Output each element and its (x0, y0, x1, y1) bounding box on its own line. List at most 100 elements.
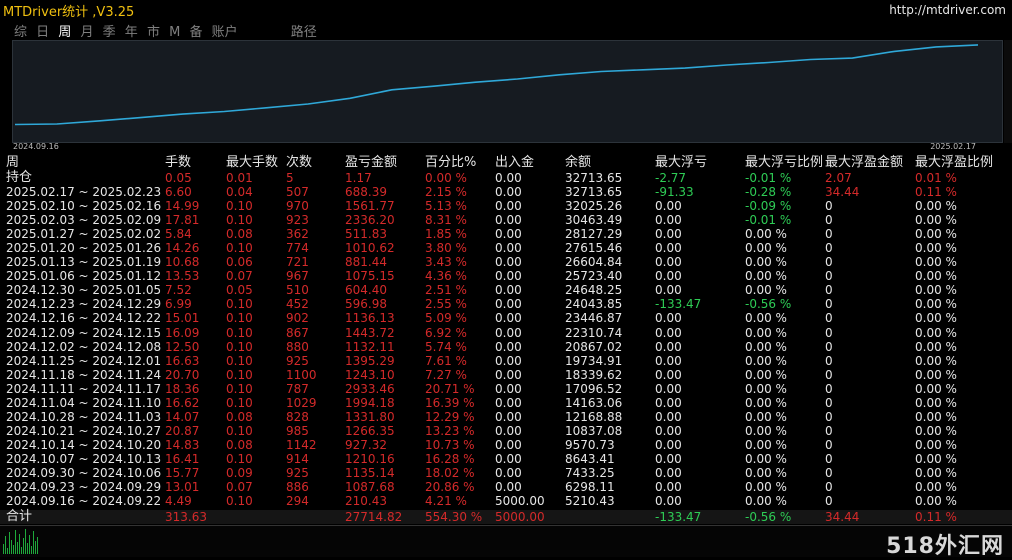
cell-max-lots: 0.10 (226, 339, 253, 354)
table-row[interactable]: 2024.10.28 ~ 2024.11.03 14.07 0.08 828 1331.… (0, 410, 1012, 424)
cell-lots: 20.87 (165, 423, 200, 438)
cell-lots: 15.77 (165, 465, 200, 480)
cell-balance: 23446.87 (565, 311, 623, 326)
tab-notes[interactable]: 备 (189, 25, 202, 40)
cell-max-float-loss: 0.00 (655, 381, 682, 396)
cell-period: 2025.01.20 ~ 2025.01.26 (6, 241, 162, 256)
cell-pct: 3.43 % (425, 255, 467, 270)
cell-max-float-loss: 0.00 (655, 494, 682, 509)
mini-chart-bar (3, 544, 4, 554)
table-row[interactable]: 2025.01.13 ~ 2025.01.19 10.68 0.06 721 881.4… (0, 255, 1012, 269)
tab-m[interactable]: M (169, 25, 180, 40)
cell-pl: 881.44 (345, 255, 387, 270)
cell-max-float-profit: 0 (825, 199, 833, 214)
tab-day[interactable]: 日 (36, 25, 49, 40)
cell-pl: 1994.18 (345, 395, 395, 410)
table-row[interactable]: 2025.01.20 ~ 2025.01.26 14.26 0.10 774 1010.… (0, 241, 1012, 255)
table-row[interactable]: 2024.12.16 ~ 2024.12.22 15.01 0.10 902 1136.… (0, 311, 1012, 325)
table-row[interactable]: 2025.02.03 ~ 2025.02.09 17.81 0.10 923 2336.… (0, 213, 1012, 227)
table-row[interactable]: 2024.11.18 ~ 2024.11.24 20.70 0.10 1100 1243… (0, 368, 1012, 382)
table-row[interactable]: 2024.09.16 ~ 2024.09.22 4.49 0.10 294 210.43… (0, 494, 1012, 508)
cell-count: 774 (286, 241, 309, 256)
table-row[interactable]: 2024.10.21 ~ 2024.10.27 20.87 0.10 985 1266.… (0, 424, 1012, 438)
cell-pct: 18.02 % (425, 465, 475, 480)
cell-max-float-profit-pct: 0.00 % (915, 423, 957, 438)
cell-count: 880 (286, 339, 309, 354)
website-link[interactable]: http://mtdriver.com (889, 3, 1006, 17)
cell-max-float-profit: 0 (825, 480, 833, 495)
cell-count: 923 (286, 213, 309, 228)
cell-max-float-loss-pct: -0.56 % (745, 297, 792, 312)
cell-lots: 16.62 (165, 395, 200, 410)
table-row[interactable]: 2024.10.07 ~ 2024.10.13 16.41 0.10 914 1210.… (0, 452, 1012, 466)
tab-account[interactable]: 账户 (212, 25, 238, 40)
table-row[interactable]: 2024.12.23 ~ 2024.12.29 6.99 0.10 452 596.98… (0, 297, 1012, 311)
table-row[interactable]: 2024.09.30 ~ 2024.10.06 15.77 0.09 925 1135.… (0, 466, 1012, 480)
cell-max-float-profit-pct: 0.00 % (915, 227, 957, 242)
table-row[interactable]: 2025.02.10 ~ 2025.02.16 14.99 0.10 970 1561.… (0, 199, 1012, 213)
cell-max-float-profit: 0 (825, 395, 833, 410)
tab-summary[interactable]: 综 (14, 25, 27, 40)
table-row[interactable]: 2024.12.09 ~ 2024.12.15 16.09 0.10 867 1443.… (0, 326, 1012, 340)
cell-max-lots: 0.06 (226, 255, 253, 270)
cell-pl: 2336.20 (345, 213, 395, 228)
tab-month[interactable]: 月 (80, 25, 93, 40)
cell-pct: 5.13 % (425, 199, 467, 214)
tab-week[interactable]: 周 (58, 25, 71, 40)
cell-max-float-profit: 0 (825, 381, 833, 396)
cell-balance: 20867.02 (565, 339, 623, 354)
cell-pct: 2.51 % (425, 283, 467, 298)
cell-balance: 9570.73 (565, 437, 615, 452)
cell-max-lots: 0.10 (226, 213, 253, 228)
tab-quarter[interactable]: 季 (103, 25, 116, 40)
cell-count: 914 (286, 451, 309, 466)
cell-lots: 20.70 (165, 367, 200, 382)
tab-path[interactable]: 路径 (291, 25, 317, 40)
table-row[interactable]: 2024.12.02 ~ 2024.12.08 12.50 0.10 880 1132.… (0, 340, 1012, 354)
holding-max-float-loss: -2.77 (655, 171, 687, 185)
cell-max-float-loss: 0.00 (655, 227, 682, 242)
cell-pl: 596.98 (345, 297, 387, 312)
cell-max-float-loss-pct: 0.00 % (745, 381, 787, 396)
cell-count: 1142 (286, 437, 317, 452)
table-row[interactable]: 2024.11.25 ~ 2024.12.01 16.63 0.10 925 1395.… (0, 354, 1012, 368)
table-row[interactable]: 2024.09.23 ~ 2024.09.29 13.01 0.07 886 1087.… (0, 480, 1012, 494)
cell-count: 362 (286, 227, 309, 242)
equity-curve-line (14, 44, 979, 126)
cell-max-float-profit: 0 (825, 339, 833, 354)
cell-period: 2024.09.30 ~ 2024.10.06 (6, 465, 162, 480)
table-row[interactable]: 2025.02.17 ~ 2025.02.23 6.60 0.04 507 688.39… (0, 185, 1012, 199)
cell-pct: 13.23 % (425, 423, 475, 438)
cell-pl: 1561.77 (345, 199, 395, 214)
table-row[interactable]: 2024.12.30 ~ 2025.01.05 7.52 0.05 510 604.40… (0, 283, 1012, 297)
tab-market[interactable]: 市 (147, 25, 160, 40)
cell-lots: 5.84 (165, 227, 192, 242)
cell-balance: 14163.06 (565, 395, 623, 410)
cell-period: 2025.02.03 ~ 2025.02.09 (6, 213, 162, 228)
cell-max-float-profit-pct: 0.00 % (915, 451, 957, 466)
cell-max-float-profit-pct: 0.00 % (915, 437, 957, 452)
cell-pct: 6.92 % (425, 325, 467, 340)
table-row[interactable]: 2024.10.14 ~ 2024.10.20 14.83 0.08 1142 927.… (0, 438, 1012, 452)
cell-max-lots: 0.10 (226, 381, 253, 396)
cell-io: 5000.00 (495, 494, 545, 509)
cell-max-float-profit: 0 (825, 465, 833, 480)
mini-chart-bar (29, 535, 30, 554)
cell-max-lots: 0.10 (226, 199, 253, 214)
mini-chart-bar (15, 530, 16, 554)
cell-lots: 16.63 (165, 353, 200, 368)
table-row[interactable]: 2024.11.04 ~ 2024.11.10 16.62 0.10 1029 1994… (0, 396, 1012, 410)
cell-max-float-loss: 0.00 (655, 423, 682, 438)
table-row[interactable]: 2024.11.11 ~ 2024.11.17 18.36 0.10 787 2933.… (0, 382, 1012, 396)
cell-max-float-profit-pct: 0.00 % (915, 325, 957, 340)
chart-end-date: 2025.02.17 (930, 142, 976, 151)
cell-period: 2025.02.17 ~ 2025.02.23 (6, 185, 162, 200)
mini-chart-bar (25, 529, 26, 554)
table-row[interactable]: 2025.01.27 ~ 2025.02.02 5.84 0.08 362 511.83… (0, 227, 1012, 241)
cell-count: 828 (286, 409, 309, 424)
cell-pl: 511.83 (345, 227, 387, 242)
table-row[interactable]: 2025.01.06 ~ 2025.01.12 13.53 0.07 967 1075.… (0, 269, 1012, 283)
tab-year[interactable]: 年 (125, 25, 138, 40)
holding-row[interactable]: 持仓 0.05 0.01 5 1.17 0.00 % 0.00 32713.65… (0, 171, 1012, 186)
cell-max-float-profit: 0 (825, 451, 833, 466)
